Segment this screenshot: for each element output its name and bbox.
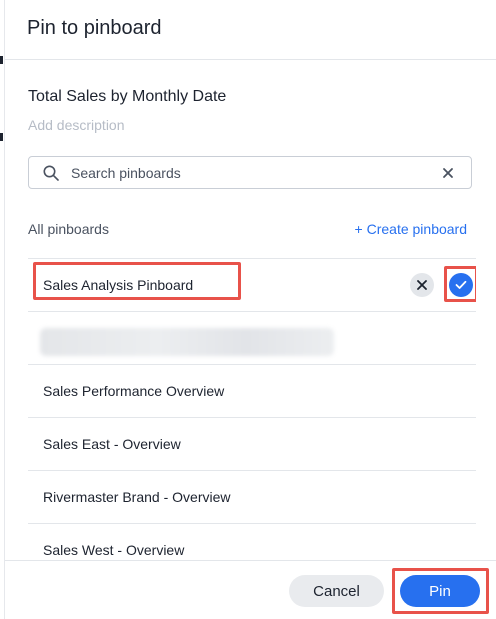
cancel-button[interactable]: Cancel bbox=[289, 575, 384, 607]
clear-search-icon[interactable] bbox=[441, 166, 455, 180]
pinboard-row-label: Sales East - Overview bbox=[43, 436, 181, 452]
pinboard-row-redacted[interactable] bbox=[28, 311, 476, 364]
pinboard-row-sales-analysis[interactable]: Sales Analysis Pinboard bbox=[28, 258, 476, 311]
close-icon bbox=[417, 280, 427, 290]
background-fragment bbox=[0, 56, 3, 64]
unpin-button[interactable] bbox=[410, 273, 434, 297]
pinboard-row-rivermaster[interactable]: Rivermaster Brand - Overview bbox=[28, 470, 476, 523]
pin-to-pinboard-dialog: Pin to pinboard Total Sales by Monthly D… bbox=[4, 0, 496, 619]
dialog-title: Pin to pinboard bbox=[27, 17, 162, 39]
dialog-body: Total Sales by Monthly Date Add descript… bbox=[5, 60, 496, 560]
create-pinboard-link[interactable]: + Create pinboard bbox=[355, 221, 467, 237]
pinboard-list: Sales Analysis Pinboard Sales Performanc… bbox=[28, 258, 476, 560]
pinboard-row-label: Rivermaster Brand - Overview bbox=[43, 489, 231, 505]
pinboard-row-sales-east[interactable]: Sales East - Overview bbox=[28, 417, 476, 470]
dialog-header: Pin to pinboard bbox=[5, 0, 496, 60]
search-pinboards-box[interactable] bbox=[28, 156, 472, 189]
pinboard-row-label: Sales Performance Overview bbox=[43, 383, 225, 399]
pinboard-row-sales-performance[interactable]: Sales Performance Overview bbox=[28, 364, 476, 417]
selected-checkmark[interactable] bbox=[449, 273, 473, 297]
dialog-footer: Cancel Pin bbox=[5, 560, 496, 619]
pin-button[interactable]: Pin bbox=[400, 575, 480, 607]
add-description-field[interactable]: Add description bbox=[28, 117, 125, 133]
pinboard-row-label: Sales Analysis Pinboard bbox=[43, 277, 194, 293]
redacted-label bbox=[40, 328, 334, 356]
answer-title: Total Sales by Monthly Date bbox=[28, 88, 227, 105]
check-icon bbox=[455, 280, 467, 289]
search-input[interactable] bbox=[71, 163, 431, 183]
pinboard-row-label: Sales West - Overview bbox=[43, 542, 185, 558]
pinboard-row-sales-west[interactable]: Sales West - Overview bbox=[28, 523, 476, 560]
all-pinboards-label: All pinboards bbox=[28, 221, 109, 237]
background-fragment bbox=[0, 133, 3, 141]
search-icon bbox=[43, 165, 59, 181]
